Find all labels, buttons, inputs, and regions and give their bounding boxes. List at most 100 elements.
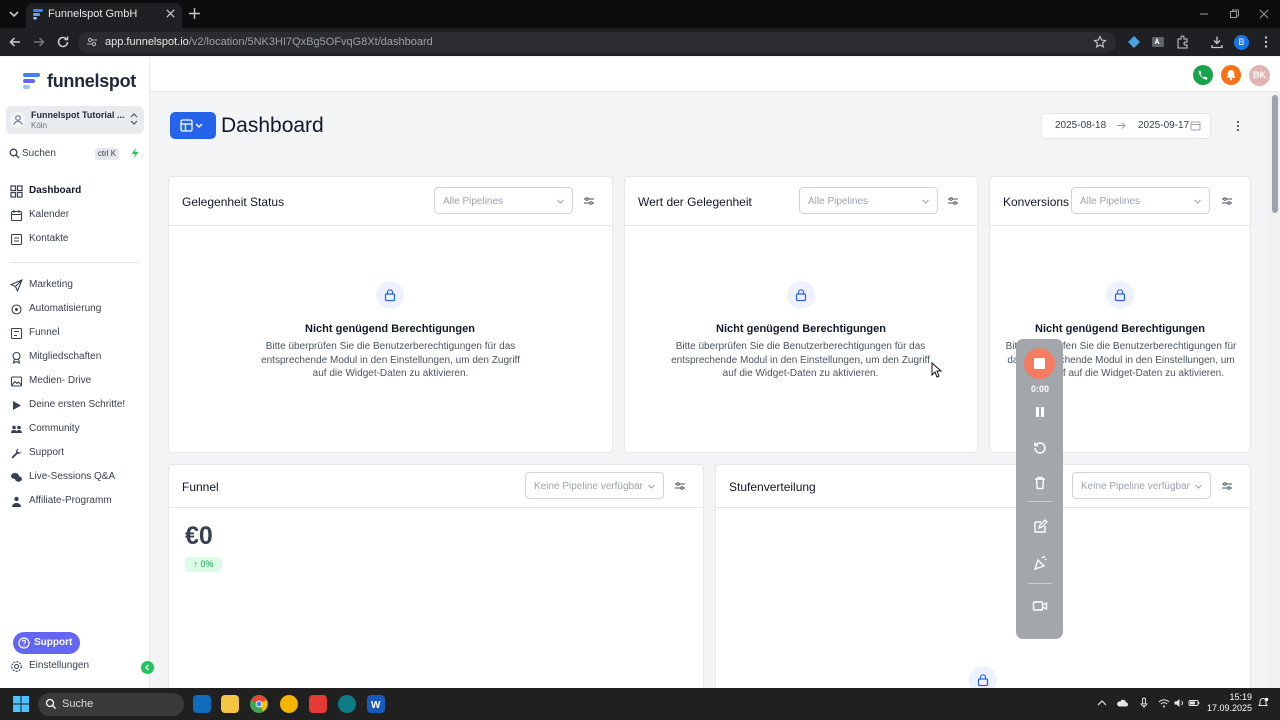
search-icon bbox=[45, 698, 56, 709]
sidebar-item-marketing[interactable]: Marketing bbox=[10, 278, 140, 292]
phone-icon[interactable] bbox=[1193, 65, 1213, 85]
restore-icon[interactable] bbox=[1228, 8, 1240, 20]
mouse-cursor-icon bbox=[931, 362, 943, 378]
more-options-icon[interactable] bbox=[1232, 119, 1244, 133]
teal-app-icon[interactable] bbox=[338, 695, 356, 713]
chrome-app-icon[interactable] bbox=[250, 695, 268, 713]
tray-chevron-up-icon[interactable] bbox=[1096, 697, 1108, 709]
volume-icon[interactable] bbox=[1173, 697, 1185, 709]
extension-diamond-icon[interactable] bbox=[1127, 35, 1141, 49]
stop-recording-button[interactable] bbox=[1024, 348, 1055, 379]
pipeline-select[interactable]: Alle Pipelines bbox=[1071, 187, 1210, 214]
back-icon[interactable] bbox=[8, 35, 22, 49]
scrollbar-thumb[interactable] bbox=[1272, 95, 1278, 213]
sidebar-item-dashboard[interactable]: Dashboard bbox=[10, 184, 140, 198]
layout-chevron-icon bbox=[180, 119, 203, 132]
sidebar-item-kontakte[interactable]: Kontakte bbox=[10, 232, 140, 246]
file-explorer-icon[interactable] bbox=[221, 695, 239, 713]
sidebar-item-live-sessions[interactable]: Live-Sessions Q&A bbox=[10, 470, 140, 484]
filter-sliders-icon[interactable] bbox=[1221, 480, 1233, 492]
extension-translate-icon[interactable] bbox=[1151, 35, 1165, 49]
onedrive-cloud-icon[interactable] bbox=[1116, 697, 1128, 709]
card-divider bbox=[625, 225, 977, 226]
card-divider bbox=[990, 225, 1250, 226]
user-avatar[interactable]: BK bbox=[1249, 65, 1270, 86]
minimize-icon[interactable] bbox=[1198, 8, 1210, 20]
extensions-puzzle-icon[interactable] bbox=[1176, 35, 1190, 49]
funnel-icon bbox=[10, 327, 23, 340]
sidebar-item-kalender[interactable]: Kalender bbox=[10, 208, 140, 222]
date-from[interactable]: 2025-08-18 bbox=[1055, 120, 1106, 131]
new-tab-icon[interactable] bbox=[188, 7, 201, 20]
pipeline-select-value: Alle Pipelines bbox=[1080, 196, 1141, 207]
pipeline-select[interactable]: Keine Pipeline verfügbar bbox=[1072, 472, 1211, 499]
battery-icon[interactable] bbox=[1188, 697, 1200, 709]
sidebar-item-affiliate[interactable]: Affiliate-Programm bbox=[10, 494, 140, 508]
play-icon bbox=[10, 399, 23, 412]
effects-confetti-icon[interactable] bbox=[1031, 554, 1049, 572]
search-label[interactable]: Suchen bbox=[22, 148, 56, 159]
filter-sliders-icon[interactable] bbox=[947, 195, 959, 207]
arrow-right-icon bbox=[1116, 121, 1127, 130]
filter-sliders-icon[interactable] bbox=[1221, 195, 1233, 207]
notification-center-icon[interactable] bbox=[1257, 697, 1269, 709]
browser-profile-avatar[interactable]: B bbox=[1234, 35, 1249, 50]
sidebar-item-community[interactable]: Community bbox=[10, 422, 140, 436]
taskbar-search[interactable]: Suche bbox=[38, 693, 184, 716]
annotate-pen-icon[interactable] bbox=[1031, 518, 1049, 536]
filter-sliders-icon[interactable] bbox=[674, 480, 686, 492]
word-app-icon[interactable]: W bbox=[367, 695, 385, 713]
quick-action-bolt-icon[interactable] bbox=[129, 147, 141, 159]
forward-icon[interactable] bbox=[32, 35, 46, 49]
sidebar-item-medien-drive[interactable]: Medien- Drive bbox=[10, 374, 140, 388]
sidebar-item-label: Support bbox=[29, 447, 65, 458]
tab-close-icon[interactable] bbox=[165, 8, 176, 19]
change-badge: ↑ 0% bbox=[185, 557, 222, 572]
sidebar-item-automatisierung[interactable]: Automatisierung bbox=[10, 302, 140, 316]
sidebar-item-einstellungen[interactable]: Einstellungen bbox=[10, 659, 140, 673]
restart-icon[interactable] bbox=[1031, 439, 1049, 457]
bookmark-star-icon[interactable] bbox=[1093, 35, 1107, 49]
card-title: Konversions bbox=[1003, 195, 1069, 209]
browser-menu-icon[interactable] bbox=[1259, 35, 1273, 49]
taskbar-clock[interactable]: 15:19 17.09.2025 bbox=[1206, 692, 1252, 714]
window-close-icon[interactable] bbox=[1258, 8, 1270, 20]
support-chat-button[interactable]: Support bbox=[13, 632, 80, 654]
sidebar-item-funnel[interactable]: Funnel bbox=[10, 326, 140, 340]
account-name: Funnelspot Tutorial ... bbox=[31, 110, 125, 120]
outlook-app-icon[interactable] bbox=[193, 695, 211, 713]
camera-icon[interactable] bbox=[1031, 597, 1049, 615]
date-to[interactable]: 2025-09-17 bbox=[1138, 120, 1189, 131]
pause-icon[interactable] bbox=[1031, 403, 1049, 421]
card-divider bbox=[169, 225, 612, 226]
microphone-icon[interactable] bbox=[1138, 697, 1150, 709]
search-icon[interactable] bbox=[9, 148, 20, 159]
sidebar-item-support[interactable]: Support bbox=[10, 446, 140, 460]
filter-sliders-icon[interactable] bbox=[583, 195, 595, 207]
sidebar-item-label: Automatisierung bbox=[29, 303, 102, 314]
windows-start-icon[interactable] bbox=[13, 696, 29, 712]
sidebar-item-mitgliedschaften[interactable]: Mitgliedschaften bbox=[10, 350, 140, 364]
tab-search-chevron-icon[interactable] bbox=[6, 6, 22, 22]
maps-app-icon[interactable] bbox=[280, 695, 298, 713]
red-app-icon[interactable] bbox=[309, 695, 327, 713]
sidebar-item-erste-schritte[interactable]: Deine ersten Schritte! bbox=[10, 398, 140, 412]
wifi-icon[interactable] bbox=[1158, 697, 1170, 709]
reload-icon[interactable] bbox=[56, 35, 70, 49]
pipeline-select[interactable]: Alle Pipelines bbox=[799, 187, 938, 214]
trash-icon[interactable] bbox=[1031, 474, 1049, 492]
notification-bell-icon[interactable] bbox=[1221, 65, 1241, 85]
collapse-sidebar-icon[interactable] bbox=[141, 661, 154, 674]
dashboard-switcher-button[interactable] bbox=[170, 112, 216, 139]
sidebar-item-label: Affiliate-Programm bbox=[29, 495, 112, 506]
card-divider bbox=[169, 507, 703, 508]
sidebar-item-label: Deine ersten Schritte! bbox=[29, 399, 126, 410]
account-chevron-icon[interactable] bbox=[129, 112, 139, 126]
site-info-icon[interactable] bbox=[86, 36, 98, 48]
account-avatar-icon bbox=[10, 112, 26, 128]
downloads-icon[interactable] bbox=[1210, 35, 1224, 49]
toolbar-divider bbox=[1028, 583, 1052, 584]
pipeline-select[interactable]: Keine Pipeline verfügbar bbox=[525, 472, 664, 499]
url-text[interactable]: app.funnelspot.io/v2/location/5NK3HI7QxB… bbox=[105, 36, 433, 48]
pipeline-select[interactable]: Alle Pipelines bbox=[434, 187, 573, 214]
